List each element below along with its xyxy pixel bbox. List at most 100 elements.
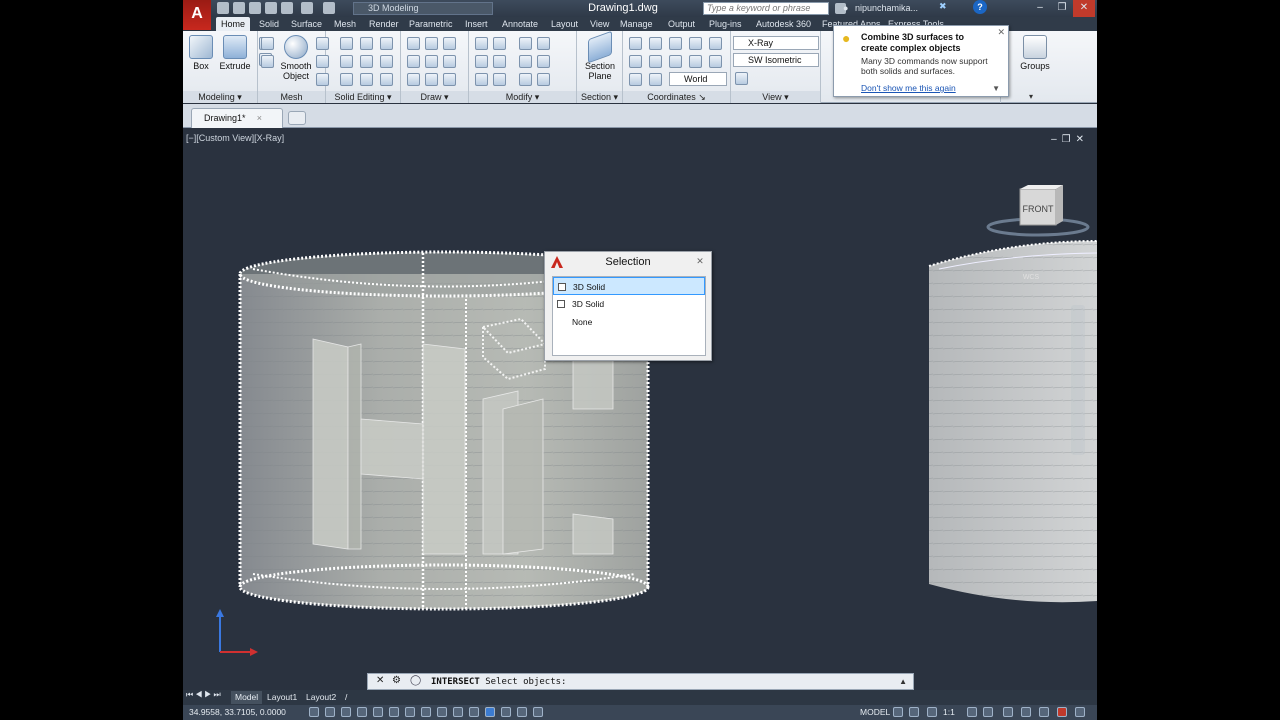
view-direction-dropdown[interactable]: SW Isometric: [733, 53, 819, 67]
viewport-window-controls[interactable]: –❐✕: [1051, 134, 1089, 145]
grid-icon[interactable]: [341, 707, 351, 717]
tab-layout2[interactable]: Layout2: [302, 691, 340, 704]
tab-solid[interactable]: Solid: [254, 17, 284, 31]
viewcube[interactable]: FRONT: [986, 185, 1090, 237]
drawing-viewport[interactable]: FRONT WCS [−][Custom View][X-Ray] –❐✕: [183, 129, 1097, 688]
tab-manage[interactable]: Manage: [615, 17, 658, 31]
thicken-icon[interactable]: [380, 55, 393, 68]
explode-icon[interactable]: [537, 73, 550, 86]
file-tab-close-icon[interactable]: ×: [257, 109, 262, 127]
align-icon[interactable]: [537, 55, 550, 68]
annotation-scale[interactable]: 1:1: [943, 705, 955, 720]
fillet-icon[interactable]: [475, 37, 488, 50]
save-icon[interactable]: [249, 2, 261, 14]
ucs-3point-icon[interactable]: [709, 37, 722, 50]
solid-editing-panel-label[interactable]: Solid Editing ▾: [326, 91, 400, 103]
quick-view-layouts-icon[interactable]: [893, 707, 903, 717]
tab-home[interactable]: Home: [216, 17, 251, 31]
user-icon[interactable]: ●: [843, 0, 848, 17]
slice-icon[interactable]: [340, 55, 353, 68]
ucs-icon[interactable]: [629, 37, 642, 50]
selection-item-3d-solid-1[interactable]: 3D Solid: [553, 277, 705, 295]
lock-ui-icon[interactable]: [1021, 707, 1031, 717]
clean-screen-icon[interactable]: [1075, 707, 1085, 717]
checkbox-icon[interactable]: [557, 300, 565, 308]
tab-parametric[interactable]: Parametric: [404, 17, 458, 31]
arc-icon[interactable]: [443, 37, 456, 50]
snap-icon[interactable]: [325, 707, 335, 717]
infer-constraints-icon[interactable]: [309, 707, 319, 717]
user-account[interactable]: nipunchamika...: [855, 0, 918, 17]
ucs-x-icon[interactable]: [629, 55, 642, 68]
new-tab-button[interactable]: [288, 111, 306, 125]
draw-panel-label[interactable]: Draw ▾: [401, 91, 468, 103]
annotation-monitor-icon[interactable]: [533, 707, 543, 717]
erase-icon[interactable]: [475, 73, 488, 86]
rectangle-icon[interactable]: [425, 73, 438, 86]
union-icon[interactable]: [340, 37, 353, 50]
selection-item-none[interactable]: None: [553, 313, 705, 331]
help-icon[interactable]: ?: [973, 0, 987, 14]
offset-icon[interactable]: [537, 37, 550, 50]
annotation-scale-icon[interactable]: [927, 707, 937, 717]
save-as-icon[interactable]: [265, 2, 277, 14]
modeling-panel-label[interactable]: Modeling ▾: [183, 91, 257, 103]
section-plane-button[interactable]: Section Plane: [581, 30, 619, 81]
close-command-icon[interactable]: ✕: [376, 675, 384, 686]
ucs-previous-icon[interactable]: [649, 73, 662, 86]
mesh-panel-label[interactable]: Mesh: [258, 91, 325, 103]
ucs-face-icon[interactable]: [689, 55, 702, 68]
mesh-box-icon[interactable]: [261, 37, 274, 50]
ucs-origin-icon[interactable]: [669, 37, 682, 50]
isolate-objects-icon[interactable]: [1039, 707, 1049, 717]
exchange-icon[interactable]: ✖: [939, 1, 947, 12]
customize-icon[interactable]: ⚙: [392, 675, 401, 686]
file-tab-drawing1[interactable]: Drawing1* ×: [191, 108, 283, 128]
tab-render[interactable]: Render: [364, 17, 404, 31]
coordinates-panel-label[interactable]: Coordinates ↘: [623, 91, 730, 103]
tooltip-scroll-down-icon[interactable]: ▼: [992, 84, 1000, 93]
minimize-button[interactable]: –: [1029, 0, 1051, 17]
polyline-icon[interactable]: [425, 37, 438, 50]
smooth-object-button[interactable]: Smooth Object: [276, 35, 316, 81]
tooltip-close-icon[interactable]: ✕: [997, 27, 1005, 38]
tab-layout1[interactable]: Layout1: [263, 691, 301, 704]
intersect-icon[interactable]: [380, 37, 393, 50]
interfere-icon[interactable]: [360, 55, 373, 68]
selection-item-3d-solid-2[interactable]: 3D Solid: [553, 295, 705, 313]
new-layout-tab[interactable]: /: [341, 691, 351, 704]
quick-properties-icon[interactable]: [501, 707, 511, 717]
subtract-icon[interactable]: [360, 37, 373, 50]
workspace-dropdown[interactable]: 3D Modeling: [353, 2, 493, 15]
tab-layout[interactable]: Layout: [546, 17, 583, 31]
groups-expand-icon[interactable]: ▾: [1029, 92, 1033, 101]
dont-show-again-link[interactable]: Don't show me this again: [861, 83, 956, 93]
command-prompt[interactable]: INTERSECT Select objects:: [431, 674, 566, 690]
tab-surface[interactable]: Surface: [286, 17, 327, 31]
mirror-icon[interactable]: [493, 55, 506, 68]
hardware-acceleration-icon[interactable]: [1057, 707, 1067, 717]
scale-icon[interactable]: [519, 37, 532, 50]
extract-edges-icon[interactable]: [340, 73, 353, 86]
tab-view[interactable]: View: [585, 17, 614, 31]
otrack-icon[interactable]: [421, 707, 431, 717]
tab-annotate[interactable]: Annotate: [497, 17, 543, 31]
extrude-button[interactable]: Extrude: [217, 35, 253, 71]
undo-icon[interactable]: [301, 2, 313, 14]
annotation-visibility-icon[interactable]: [967, 707, 977, 717]
ucs-object-icon[interactable]: [709, 55, 722, 68]
ucs-view-icon[interactable]: [689, 37, 702, 50]
ducs-icon[interactable]: [437, 707, 447, 717]
3d-scene[interactable]: FRONT WCS: [183, 129, 1097, 688]
line-icon[interactable]: [407, 37, 420, 50]
groups-button[interactable]: Groups: [1015, 35, 1055, 71]
tab-plug-ins[interactable]: Plug-ins: [704, 17, 747, 31]
search-input[interactable]: Type a keyword or phrase: [703, 2, 829, 15]
ucs-world-icon[interactable]: [649, 37, 662, 50]
view-panel-label[interactable]: View ▾: [731, 91, 820, 103]
ucs-y-icon[interactable]: [649, 55, 662, 68]
restore-button[interactable]: ❐: [1051, 0, 1073, 17]
helix-icon[interactable]: [443, 55, 456, 68]
redo-icon[interactable]: [323, 2, 335, 14]
workspace-switching-icon[interactable]: [1003, 707, 1013, 717]
